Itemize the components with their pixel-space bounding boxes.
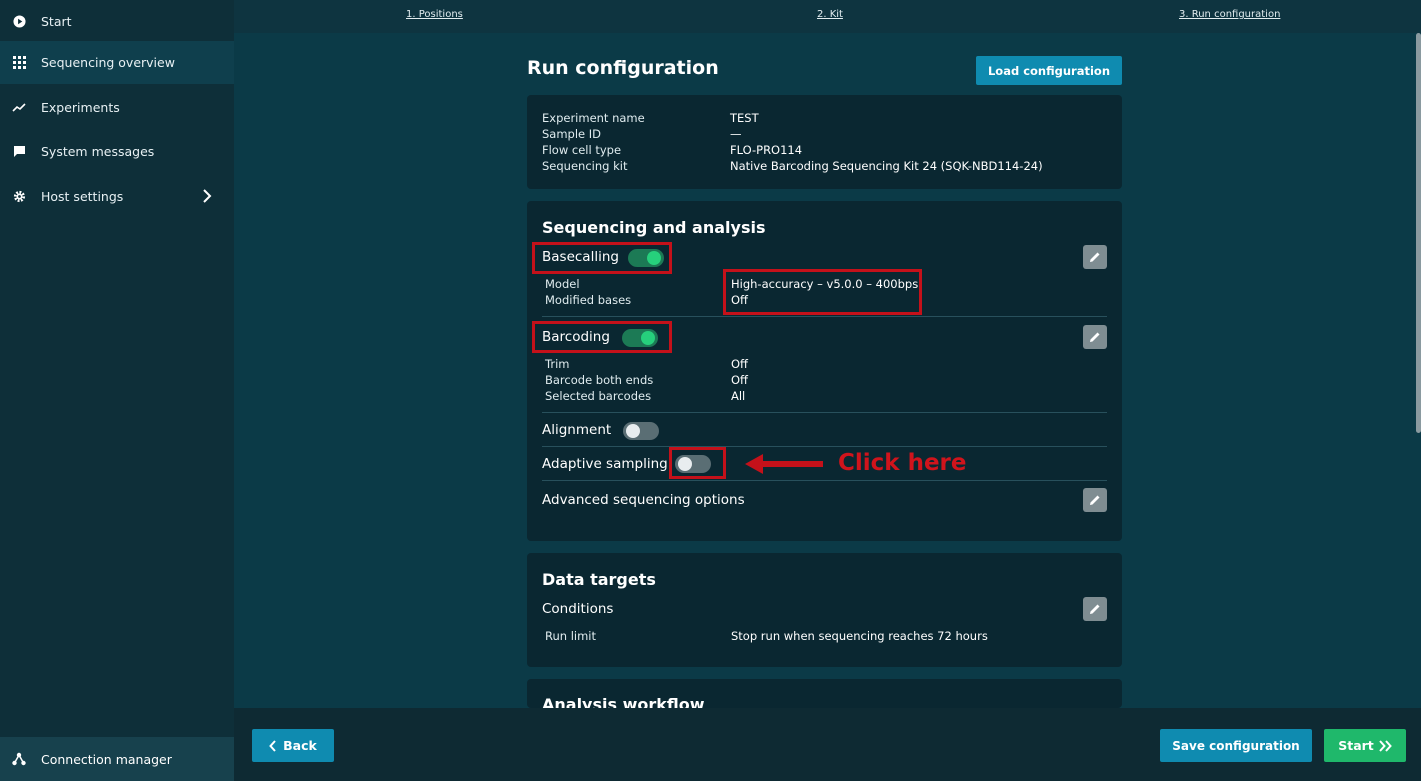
analysis-workflow-card: Analysis workflow [527, 679, 1122, 708]
message-icon [12, 145, 26, 159]
sample-id-value: — [730, 127, 742, 141]
experiment-name-value: TEST [730, 111, 759, 125]
step-run-configuration[interactable]: 3. Run configuration [1179, 9, 1280, 20]
alignment-label: Alignment [542, 422, 612, 438]
divider [542, 480, 1107, 481]
pencil-icon [1090, 495, 1100, 505]
chevron-left-icon [269, 739, 276, 752]
edit-basecalling-button[interactable] [1083, 245, 1107, 269]
barcode-both-ends-label: Barcode both ends [545, 373, 654, 387]
data-targets-title: Data targets [542, 570, 656, 589]
step-kit[interactable]: 2. Kit [817, 9, 843, 20]
highlight-adaptive-sampling [669, 447, 726, 479]
adaptive-sampling-label: Adaptive sampling [542, 456, 668, 472]
sidebar-item-label: Experiments [41, 100, 120, 115]
sidebar-item-sequencing-overview[interactable]: Sequencing overview [0, 41, 234, 84]
back-button[interactable]: Back [252, 729, 334, 762]
gear-icon [12, 190, 26, 204]
chevron-right-icon [202, 188, 216, 204]
run-limit-value: Stop run when sequencing reaches 72 hour… [731, 629, 988, 643]
sequencing-kit-value: Native Barcoding Sequencing Kit 24 (SQK-… [730, 159, 1043, 173]
experiment-name-label: Experiment name [542, 111, 645, 125]
start-button[interactable]: Start [1324, 729, 1406, 762]
divider [542, 446, 1107, 447]
modified-bases-label: Modified bases [545, 293, 632, 307]
selected-barcodes-value: All [731, 389, 746, 403]
sequencing-kit-label: Sequencing kit [542, 159, 628, 173]
trim-label: Trim [545, 357, 570, 371]
sidebar-item-system-messages[interactable]: System messages [0, 130, 234, 173]
sample-id-label: Sample ID [542, 127, 602, 141]
arrow-left-icon [745, 454, 823, 474]
analysis-workflow-title: Analysis workflow [542, 695, 705, 708]
double-chevron-right-icon [1379, 739, 1392, 752]
alignment-toggle[interactable] [623, 422, 659, 440]
stepper: 1. Positions 2. Kit 3. Run configuration [234, 0, 1421, 33]
sidebar-item-start[interactable]: Start [0, 0, 234, 43]
trim-value: Off [731, 357, 748, 371]
connection-manager-label: Connection manager [41, 751, 172, 767]
divider [542, 412, 1107, 413]
sidebar-item-label: Sequencing overview [41, 55, 175, 70]
sidebar-item-label: Host settings [41, 189, 124, 204]
model-label: Model [545, 277, 580, 291]
sidebar-item-label: System messages [41, 144, 155, 159]
data-targets-card: Data targets Conditions Run limit Stop r… [527, 553, 1122, 667]
trend-line-icon [12, 101, 26, 115]
summary-card: Experiment name TEST Sample ID — Flow ce… [527, 95, 1122, 189]
flow-cell-type-value: FLO-PRO114 [730, 143, 803, 157]
selected-barcodes-label: Selected barcodes [545, 389, 652, 403]
edit-barcoding-button[interactable] [1083, 325, 1107, 349]
scrollbar[interactable] [1416, 33, 1421, 433]
sequencing-analysis-title: Sequencing and analysis [542, 218, 766, 237]
edit-conditions-button[interactable] [1083, 597, 1107, 621]
highlight-basecalling [532, 242, 672, 274]
sidebar: Start Sequencing overview Experiments Sy… [0, 0, 234, 781]
connection-manager[interactable]: Connection manager [0, 737, 234, 781]
divider [542, 316, 1107, 317]
load-configuration-button[interactable]: Load configuration [976, 56, 1122, 85]
grid-icon [12, 56, 26, 70]
start-label: Start [1338, 738, 1374, 753]
sidebar-item-host-settings[interactable]: Host settings [0, 175, 234, 218]
run-limit-label: Run limit [545, 629, 597, 643]
sidebar-item-label: Start [41, 14, 72, 29]
click-here-annotation: Click here [838, 450, 967, 476]
conditions-label: Conditions [542, 601, 614, 617]
back-label: Back [283, 738, 317, 753]
edit-advanced-options-button[interactable] [1083, 488, 1107, 512]
barcode-both-ends-value: Off [731, 373, 748, 387]
advanced-sequencing-options-label: Advanced sequencing options [542, 492, 745, 508]
flow-cell-type-label: Flow cell type [542, 143, 622, 157]
play-circle-icon [12, 15, 26, 29]
sidebar-item-experiments[interactable]: Experiments [0, 86, 234, 129]
pencil-icon [1090, 604, 1100, 614]
highlight-model [723, 269, 922, 315]
step-positions[interactable]: 1. Positions [406, 9, 463, 20]
pencil-icon [1090, 332, 1100, 342]
pencil-icon [1090, 252, 1100, 262]
page-title: Run configuration [527, 57, 719, 79]
highlight-barcoding [532, 321, 672, 353]
save-configuration-button[interactable]: Save configuration [1160, 729, 1312, 762]
network-icon [12, 752, 26, 766]
